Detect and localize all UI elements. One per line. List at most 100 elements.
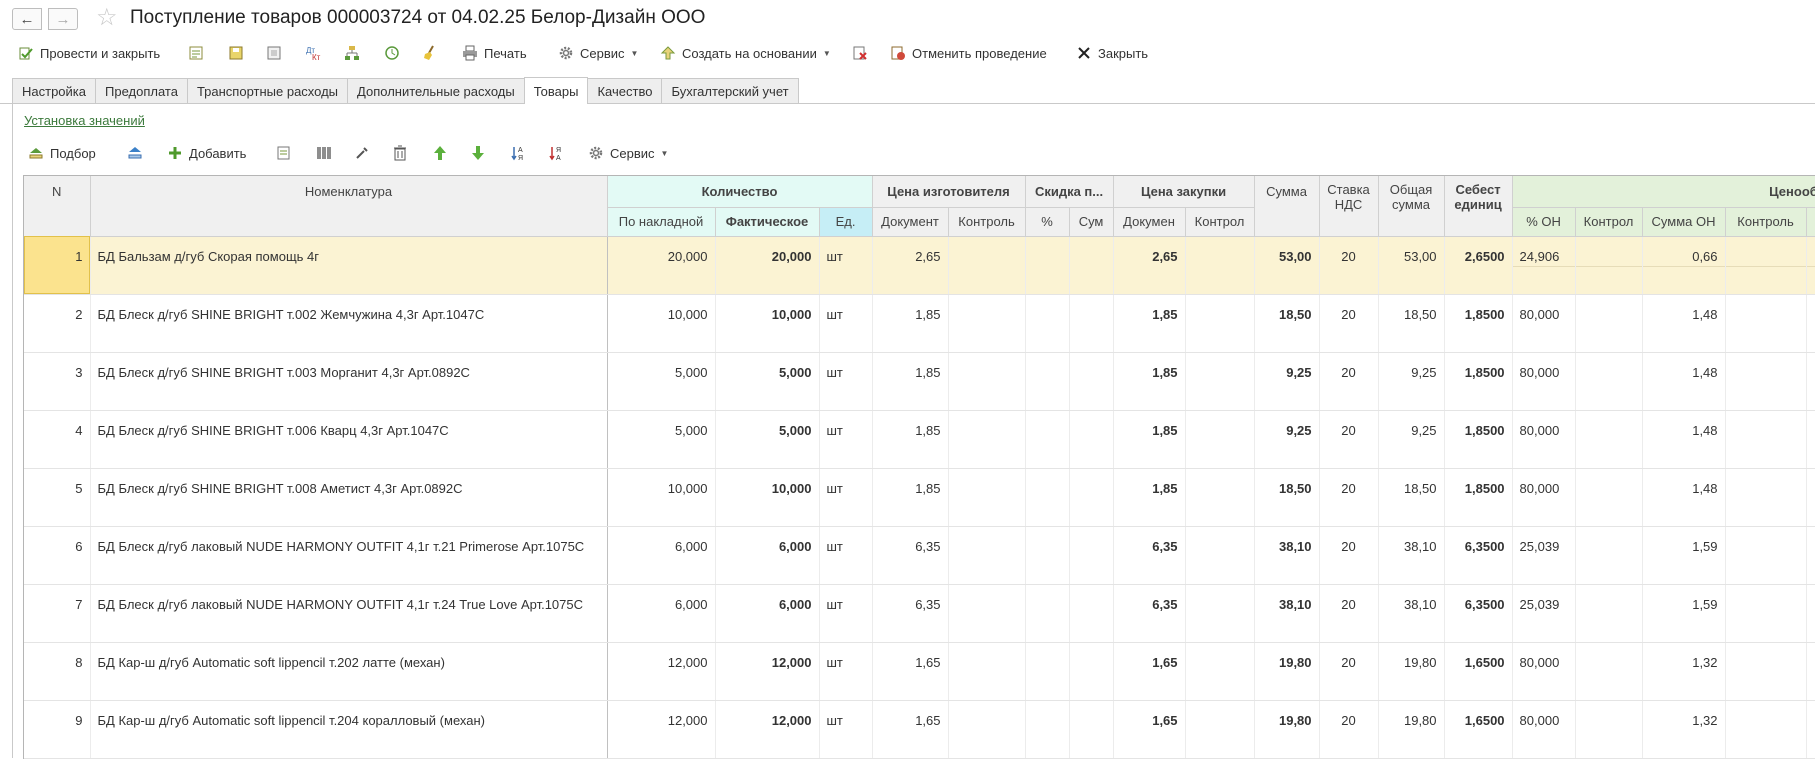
- cell-control-1[interactable]: [1575, 468, 1643, 527]
- cell-control-1[interactable]: [1575, 526, 1643, 585]
- cell-pct-on[interactable]: 24,906: [1512, 236, 1576, 295]
- cell-pct-on[interactable]: 80,000: [1512, 468, 1576, 527]
- tab-settings[interactable]: Настройка: [12, 78, 96, 103]
- cell-item[interactable]: БД Блеск д/губ лаковый NUDE HARMONY OUTF…: [90, 584, 608, 643]
- sort-desc-button[interactable]: ЯА: [548, 140, 570, 166]
- cell-qty-actual[interactable]: 12,000: [715, 642, 820, 701]
- cell-control-2[interactable]: [1725, 410, 1807, 469]
- cell-disc-pct[interactable]: [1025, 410, 1070, 469]
- cell-disc-sum[interactable]: [1069, 526, 1114, 585]
- cell-unit[interactable]: шт: [819, 642, 873, 701]
- cell-disc-pct[interactable]: [1025, 526, 1070, 585]
- cell-item[interactable]: БД Блеск д/губ лаковый NUDE HARMONY OUTF…: [90, 526, 608, 585]
- cell-sum[interactable]: 38,10: [1254, 584, 1320, 643]
- cell-total[interactable]: 18,50: [1378, 294, 1445, 353]
- col-sum-on[interactable]: Сумма ОН: [1642, 207, 1726, 237]
- cell-n[interactable]: 6: [24, 526, 91, 585]
- cell-mfr-control[interactable]: [948, 236, 1026, 295]
- cell-control-1[interactable]: [1575, 642, 1643, 701]
- cell-purch-control[interactable]: [1185, 642, 1255, 701]
- cell-purch-control[interactable]: [1185, 526, 1255, 585]
- service-menu-button[interactable]: Сервис ▼: [558, 40, 638, 66]
- cell-unit[interactable]: шт: [819, 526, 873, 585]
- cell-mfr-control[interactable]: [948, 294, 1026, 353]
- cell-mfr-doc[interactable]: 1,65: [872, 642, 949, 701]
- col-purch-doc[interactable]: Докумен: [1113, 207, 1186, 237]
- table-service-menu-button[interactable]: Сервис ▼: [588, 140, 668, 166]
- cell-qty-invoice[interactable]: 5,000: [607, 352, 716, 411]
- tab-goods[interactable]: Товары: [523, 77, 589, 104]
- cell-control-1[interactable]: [1575, 294, 1643, 353]
- cell-pct-on[interactable]: 80,000: [1512, 294, 1576, 353]
- col-sum[interactable]: Сумма: [1254, 176, 1320, 237]
- cell-purch-doc[interactable]: 6,35: [1113, 584, 1186, 643]
- cell-sum-on[interactable]: 1,32: [1642, 642, 1726, 701]
- create-based-menu-button[interactable]: Создать на основании ▼: [660, 40, 831, 66]
- tab-quality[interactable]: Качество: [587, 78, 663, 103]
- delete-mark-button[interactable]: [852, 40, 874, 66]
- history-button[interactable]: [384, 40, 406, 66]
- cell-mfr-control[interactable]: [948, 352, 1026, 411]
- cell-control-2[interactable]: [1725, 236, 1807, 295]
- cell-sum[interactable]: 19,80: [1254, 700, 1320, 759]
- cell-cost[interactable]: 1,6500: [1444, 700, 1513, 759]
- cell-total[interactable]: 38,10: [1378, 584, 1445, 643]
- cell-vat[interactable]: 20: [1319, 642, 1379, 701]
- cell-vat[interactable]: 20: [1319, 526, 1379, 585]
- cell-sum[interactable]: 18,50: [1254, 468, 1320, 527]
- table-row[interactable]: 3 БД Блеск д/губ SHINE BRIGHT т.003 Морг…: [24, 352, 1815, 411]
- cell-mfr-doc[interactable]: 1,85: [872, 410, 949, 469]
- clear-button[interactable]: [422, 40, 444, 66]
- cell-item[interactable]: БД Блеск д/губ SHINE BRIGHT т.002 Жемчуж…: [90, 294, 608, 353]
- col-vat[interactable]: Ставка НДС: [1319, 176, 1379, 237]
- tab-transport-costs[interactable]: Транспортные расходы: [186, 78, 349, 103]
- add-button[interactable]: Добавить: [167, 140, 246, 166]
- cell-mfr-control[interactable]: [948, 410, 1026, 469]
- cell-total[interactable]: 18,50: [1378, 468, 1445, 527]
- cell-unit[interactable]: шт: [819, 236, 873, 295]
- cell-unit[interactable]: шт: [819, 294, 873, 353]
- cell-disc-sum[interactable]: [1069, 294, 1114, 353]
- col-unit[interactable]: Ед.: [819, 207, 873, 237]
- cell-purch-doc[interactable]: 1,65: [1113, 642, 1186, 701]
- cell-sum-on[interactable]: 1,48: [1642, 468, 1726, 527]
- cell-control-1[interactable]: [1575, 410, 1643, 469]
- cell-total[interactable]: 19,80: [1378, 642, 1445, 701]
- cell-cost[interactable]: 6,3500: [1444, 584, 1513, 643]
- table-row[interactable]: 9 БД Кар-ш д/губ Automatic soft lippenci…: [24, 700, 1815, 759]
- cancel-posting-button[interactable]: Отменить проведение: [890, 40, 1047, 66]
- cell-mfr-doc[interactable]: 6,35: [872, 526, 949, 585]
- col-disc-sum[interactable]: Сум: [1069, 207, 1114, 237]
- cell-disc-sum[interactable]: [1069, 584, 1114, 643]
- cell-cost[interactable]: 1,6500: [1444, 642, 1513, 701]
- cell-qty-invoice[interactable]: 10,000: [607, 294, 716, 353]
- cell-disc-pct[interactable]: [1025, 294, 1070, 353]
- cell-purch-doc[interactable]: 1,85: [1113, 352, 1186, 411]
- cell-mfr-control[interactable]: [948, 526, 1026, 585]
- cell-mfr-doc[interactable]: 2,65: [872, 236, 949, 295]
- cell-qty-invoice[interactable]: 12,000: [607, 700, 716, 759]
- cell-cost[interactable]: 1,8500: [1444, 410, 1513, 469]
- cell-purch-control[interactable]: [1185, 236, 1255, 295]
- cell-unit[interactable]: шт: [819, 584, 873, 643]
- cell-vat[interactable]: 20: [1319, 700, 1379, 759]
- cell-mfr-control[interactable]: [948, 584, 1026, 643]
- move-up-button[interactable]: [432, 140, 454, 166]
- col-n[interactable]: N: [24, 176, 91, 237]
- cell-mfr-doc[interactable]: 1,85: [872, 468, 949, 527]
- tab-accounting[interactable]: Бухгалтерский учет: [661, 78, 799, 103]
- cell-cost[interactable]: 6,3500: [1444, 526, 1513, 585]
- pick-button[interactable]: Подбор: [28, 140, 96, 166]
- cell-disc-sum[interactable]: [1069, 236, 1114, 295]
- cell-vat[interactable]: 20: [1319, 294, 1379, 353]
- cell-cost[interactable]: 1,8500: [1444, 468, 1513, 527]
- cell-pct-on[interactable]: 25,039: [1512, 526, 1576, 585]
- cell-vat[interactable]: 20: [1319, 236, 1379, 295]
- cell-cost[interactable]: 2,6500: [1444, 236, 1513, 295]
- cell-pct-on[interactable]: 80,000: [1512, 700, 1576, 759]
- cell-sum-on[interactable]: 1,48: [1642, 294, 1726, 353]
- cell-purch-control[interactable]: [1185, 294, 1255, 353]
- report-button[interactable]: [188, 40, 210, 66]
- cell-disc-sum[interactable]: [1069, 642, 1114, 701]
- cell-vat[interactable]: 20: [1319, 410, 1379, 469]
